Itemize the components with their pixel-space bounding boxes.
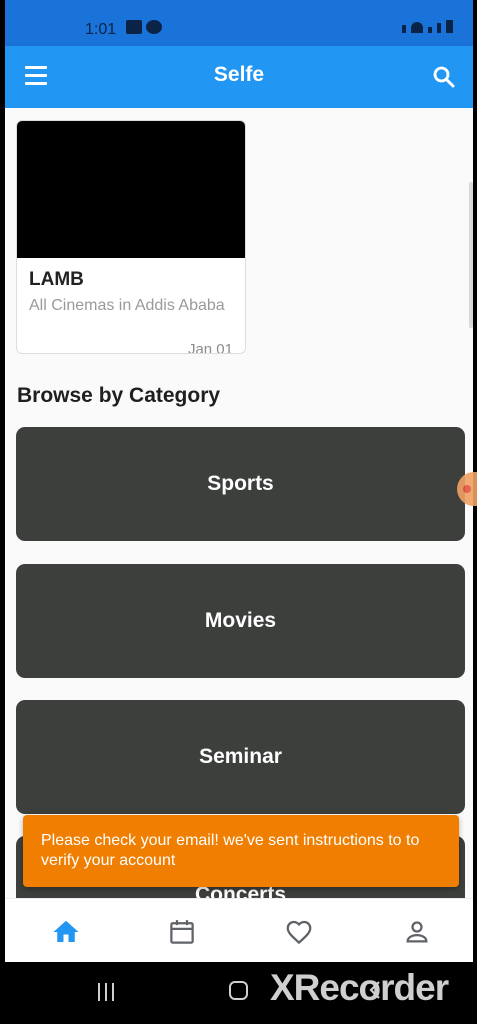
wifi-icon — [411, 22, 423, 33]
back-chevron-icon — [369, 981, 380, 999]
nav-home[interactable] — [51, 917, 81, 947]
recent-line — [105, 983, 107, 1001]
event-title: LAMB — [29, 269, 84, 290]
home-icon — [53, 920, 79, 942]
status-notification-icons — [126, 20, 162, 34]
battery-icon — [446, 20, 453, 33]
main-content: LAMB All Cinemas in Addis Ababa Jan 01 B… — [5, 108, 473, 898]
recent-line — [98, 983, 100, 1001]
bottom-navigation — [5, 898, 473, 962]
recorder-watermark: XRecorder — [270, 967, 449, 1008]
mute-icon — [402, 25, 406, 33]
browse-category-heading: Browse by Category — [17, 384, 221, 407]
search-button[interactable] — [431, 64, 457, 90]
calendar-icon — [170, 920, 194, 944]
video-record-icon — [126, 20, 142, 34]
signal-icon — [428, 27, 432, 33]
category-sports[interactable]: Sports — [16, 427, 465, 541]
heart-icon — [286, 920, 312, 945]
event-venue: All Cinemas in Addis Ababa — [29, 297, 225, 314]
category-movies[interactable]: Movies — [16, 564, 465, 678]
system-navigation-bar: XRecorder — [0, 962, 477, 1024]
search-icon — [433, 66, 455, 88]
status-system-icons — [402, 20, 453, 33]
recent-apps-button[interactable] — [98, 983, 114, 1001]
nav-favorites[interactable] — [284, 917, 314, 947]
nav-profile[interactable] — [402, 917, 432, 947]
event-date: Jan 01 — [187, 341, 233, 354]
signal-bar-icon — [437, 23, 441, 33]
system-back-button[interactable] — [368, 980, 382, 1006]
app-bar: Selfe — [5, 46, 473, 108]
status-time: 1:01 — [85, 21, 117, 38]
nav-calendar[interactable] — [167, 917, 197, 947]
horizontal-list-scrollbar[interactable] — [469, 182, 473, 328]
person-icon — [406, 921, 428, 943]
app-notification-icon — [146, 20, 162, 34]
category-seminar[interactable]: Seminar — [16, 700, 465, 814]
system-home-button[interactable] — [229, 981, 248, 1000]
app-title: Selfe — [213, 63, 265, 86]
status-bar: 1:01 — [5, 0, 473, 46]
event-card[interactable]: LAMB All Cinemas in Addis Ababa Jan 01 — [16, 120, 246, 354]
verify-email-snackbar: Please check your email! we've sent inst… — [23, 815, 459, 887]
event-poster-image — [17, 121, 245, 258]
recent-line — [112, 983, 114, 1001]
